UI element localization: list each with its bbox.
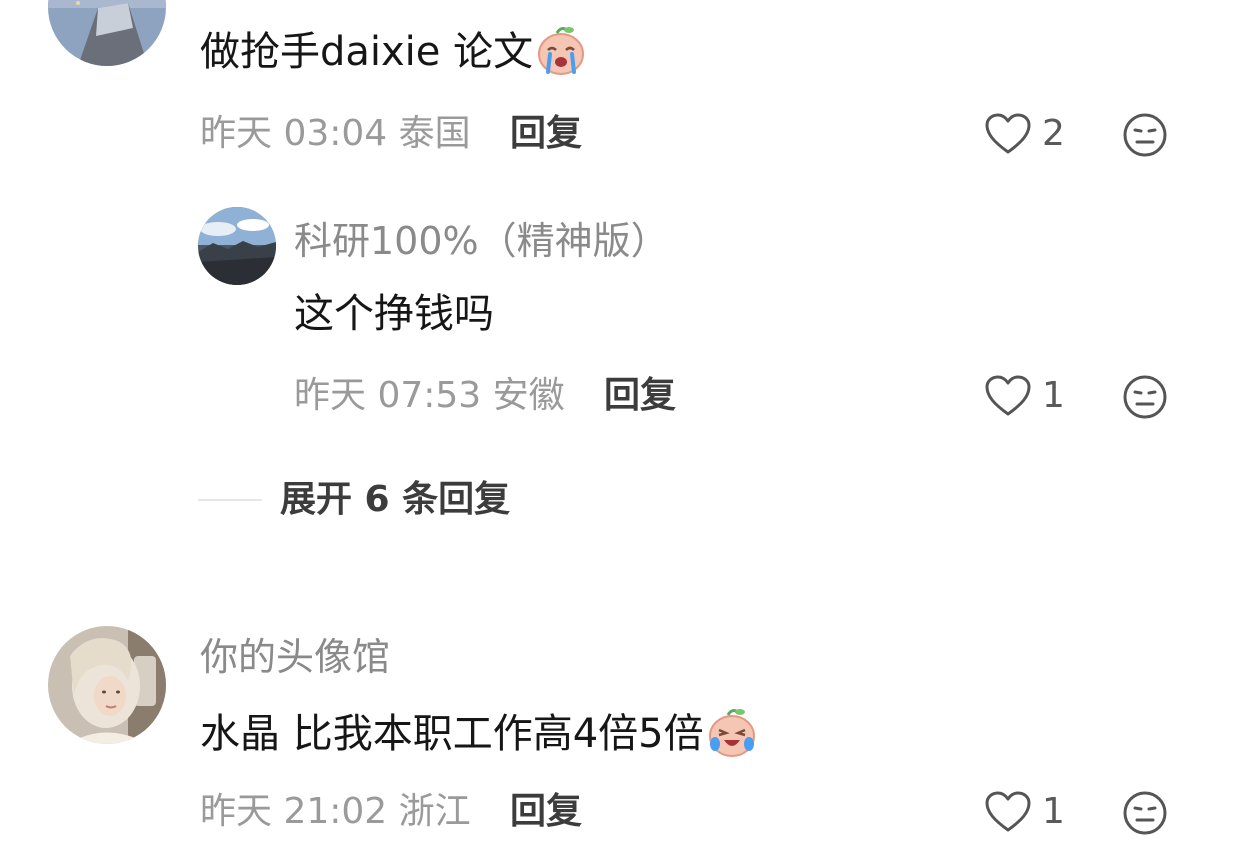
comment-meta: 昨天 07:53 安徽 xyxy=(294,378,565,414)
heart-icon[interactable] xyxy=(984,112,1032,156)
like-count: 1 xyxy=(1042,791,1065,832)
username[interactable]: 你的头像馆 xyxy=(200,638,390,676)
like-count: 1 xyxy=(1042,375,1065,416)
username[interactable]: 科研100%（精神版） xyxy=(294,222,669,260)
reply-button[interactable]: 回复 xyxy=(604,378,676,414)
timestamp: 昨天 21:02 xyxy=(200,791,388,832)
reply-button[interactable]: 回复 xyxy=(510,794,582,830)
avatar[interactable] xyxy=(48,0,166,66)
location: 浙江 xyxy=(398,791,471,832)
timestamp: 昨天 07:53 xyxy=(294,375,482,416)
like-count: 2 xyxy=(1042,113,1065,154)
comment-meta: 昨天 03:04 泰国 xyxy=(200,116,471,152)
comment-text: 这个挣钱吗 xyxy=(294,291,494,337)
heart-icon[interactable] xyxy=(984,790,1032,834)
heart-icon[interactable] xyxy=(984,374,1032,418)
comment-meta: 昨天 21:02 浙江 xyxy=(200,794,471,830)
avatar[interactable] xyxy=(48,626,166,744)
comment-text: 水晶 比我本职工作高4倍5倍 xyxy=(200,709,758,758)
meh-face-icon[interactable] xyxy=(1122,374,1168,420)
comment-text: 做抢手daixie 论文 xyxy=(200,27,587,76)
crying-face-emoji-icon xyxy=(538,27,585,75)
location: 泰国 xyxy=(398,113,471,154)
timestamp: 昨天 03:04 xyxy=(200,113,388,154)
meh-face-icon[interactable] xyxy=(1122,790,1168,836)
avatar[interactable] xyxy=(198,207,276,285)
expand-replies-button[interactable]: 展开 6 条回复 xyxy=(280,482,510,518)
divider xyxy=(198,499,262,501)
reply-button[interactable]: 回复 xyxy=(510,116,582,152)
location: 安徽 xyxy=(492,375,565,416)
laughing-crying-face-emoji-icon xyxy=(708,709,755,757)
meh-face-icon[interactable] xyxy=(1122,112,1168,158)
